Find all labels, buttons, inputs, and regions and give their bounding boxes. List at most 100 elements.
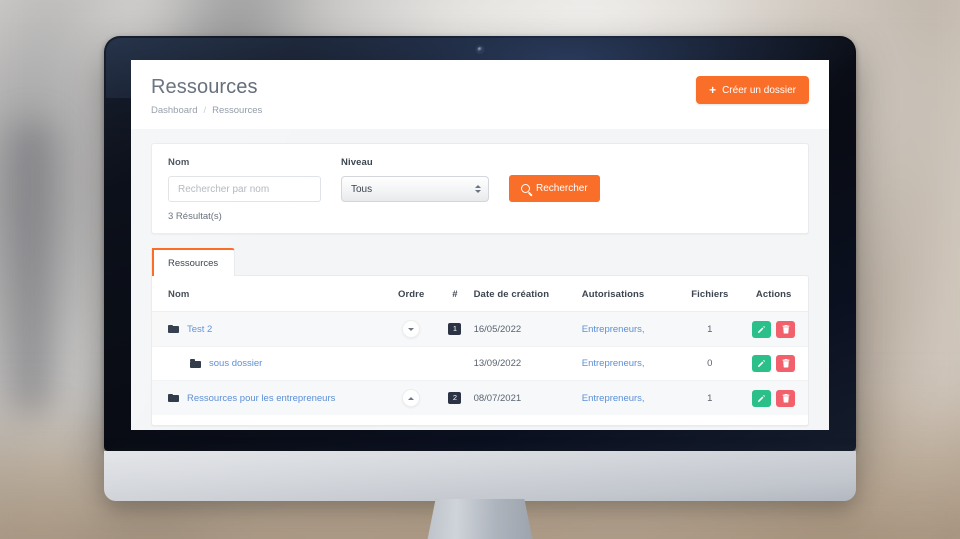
filter-card: Nom Niveau Tous	[151, 143, 809, 234]
cell-date: 08/07/2021	[469, 380, 578, 415]
page-header-left: Ressources Dashboard / Ressources	[151, 76, 262, 116]
create-folder-button[interactable]: + Créer un dossier	[696, 76, 809, 104]
folder-link[interactable]: Test 2	[187, 324, 212, 335]
folder-icon	[168, 393, 179, 403]
search-button-label: Rechercher	[536, 183, 588, 194]
cell-files: 1	[680, 311, 740, 347]
col-header-fichiers: Fichiers	[680, 276, 740, 312]
action-buttons	[752, 320, 796, 338]
trash-icon	[782, 324, 790, 333]
web-page: Ressources Dashboard / Ressources + Crée…	[131, 60, 829, 430]
name-cell: sous dossier	[168, 358, 378, 369]
cell-actions	[739, 346, 808, 381]
cell-order-number	[440, 346, 470, 381]
cell-order-toggle	[382, 311, 441, 347]
edit-button[interactable]	[752, 355, 772, 372]
col-header-actions: Actions	[739, 276, 808, 312]
search-icon	[521, 184, 530, 193]
delete-button[interactable]	[776, 320, 796, 338]
cell-permissions: Entrepreneurs,	[577, 311, 681, 347]
folder-link[interactable]: Ressources pour les entrepreneurs	[187, 393, 335, 404]
permission-link[interactable]: Entrepreneurs,	[582, 324, 645, 335]
cell-files: 0	[680, 346, 740, 381]
photo-scene: Ressources Dashboard / Ressources + Crée…	[0, 0, 960, 539]
cell-actions	[739, 380, 808, 415]
breadcrumb: Dashboard / Ressources	[151, 105, 262, 116]
cell-name: sous dossier	[152, 346, 383, 381]
action-buttons	[752, 389, 796, 407]
cell-date: 16/05/2022	[469, 311, 578, 347]
chevron-up-icon[interactable]	[402, 389, 421, 407]
pencil-icon	[758, 359, 766, 367]
col-header-autorisations: Autorisations	[577, 276, 681, 312]
trash-icon	[782, 393, 790, 402]
col-header-num: #	[440, 276, 470, 312]
pencil-icon	[758, 325, 766, 333]
search-button[interactable]: Rechercher	[509, 175, 600, 202]
name-field-label: Nom	[168, 157, 190, 168]
filter-row: Nom Niveau Tous	[168, 157, 792, 202]
level-field-label: Niveau	[341, 157, 373, 168]
cell-order-toggle	[382, 346, 441, 381]
cell-files: 1	[680, 380, 740, 415]
name-cell: Test 2	[168, 324, 378, 335]
permission-link[interactable]: Entrepreneurs,	[582, 393, 645, 404]
col-header-nom: Nom	[152, 276, 383, 312]
order-badge: 2	[448, 391, 462, 405]
screen: Ressources Dashboard / Ressources + Crée…	[131, 60, 829, 430]
edit-button[interactable]	[752, 320, 772, 338]
folder-icon	[190, 359, 201, 368]
page-body: Nom Niveau Tous	[131, 129, 829, 426]
trash-icon	[782, 359, 790, 368]
page-title: Ressources	[151, 76, 258, 98]
chevron-down-icon[interactable]	[402, 320, 421, 338]
monitor-chin	[104, 451, 856, 501]
permission-link[interactable]: Entrepreneurs,	[582, 358, 645, 369]
cell-order-number: 1	[440, 311, 470, 347]
cell-name: Ressources pour les entrepreneurs	[152, 380, 383, 415]
resources-table: Nom Ordre # Date de création Autorisatio…	[152, 276, 808, 415]
search-name-input[interactable]	[168, 176, 321, 202]
name-field-group: Nom	[168, 157, 321, 202]
table-head: Nom Ordre # Date de création Autorisatio…	[152, 276, 808, 312]
table-row: Test 2 1 16/05/2022 Entrepreneurs, 1	[152, 311, 808, 347]
cell-name: Test 2	[152, 311, 383, 347]
cell-permissions: Entrepreneurs,	[577, 380, 681, 415]
resources-table-card: Nom Ordre # Date de création Autorisatio…	[151, 275, 809, 426]
table-body: Test 2 1 16/05/2022 Entrepreneurs, 1 sou…	[152, 311, 808, 415]
tab-ressources[interactable]: Ressources	[151, 248, 236, 276]
col-header-date: Date de création	[469, 276, 578, 312]
tab-bar: Ressources	[151, 248, 809, 276]
action-buttons	[752, 355, 796, 372]
monitor: Ressources Dashboard / Ressources + Crée…	[104, 36, 856, 539]
level-select[interactable]: Tous	[341, 176, 489, 202]
order-badge: 1	[448, 322, 462, 336]
webcam-icon	[477, 47, 483, 52]
breadcrumb-dashboard[interactable]: Dashboard	[151, 105, 197, 116]
col-header-ordre: Ordre	[382, 276, 441, 312]
cell-permissions: Entrepreneurs,	[577, 346, 681, 381]
name-cell: Ressources pour les entrepreneurs	[168, 393, 378, 404]
breadcrumb-current: Ressources	[212, 105, 263, 116]
monitor-stand	[420, 499, 540, 539]
search-button-group: Rechercher	[509, 175, 600, 202]
table-header-row: Nom Ordre # Date de création Autorisatio…	[152, 276, 808, 312]
folder-icon	[168, 324, 179, 334]
page-header: Ressources Dashboard / Ressources + Crée…	[131, 60, 829, 129]
folder-link[interactable]: sous dossier	[209, 358, 262, 369]
table-row: sous dossier 13/09/2022 Entrepreneurs, 0	[152, 346, 808, 381]
delete-button[interactable]	[776, 355, 796, 372]
plus-icon: +	[709, 83, 717, 97]
result-count: 3 Résultat(s)	[168, 211, 222, 222]
cell-actions	[739, 311, 808, 347]
table-row: Ressources pour les entrepreneurs 2 08/0…	[152, 380, 808, 415]
breadcrumb-separator: /	[203, 105, 207, 116]
background-pillar	[8, 120, 56, 420]
cell-order-toggle	[382, 380, 441, 415]
edit-button[interactable]	[752, 389, 772, 407]
level-field-group: Niveau Tous	[341, 157, 489, 202]
cell-order-number: 2	[440, 380, 470, 415]
delete-button[interactable]	[776, 389, 796, 407]
pencil-icon	[758, 394, 766, 402]
cell-date: 13/09/2022	[469, 346, 578, 381]
